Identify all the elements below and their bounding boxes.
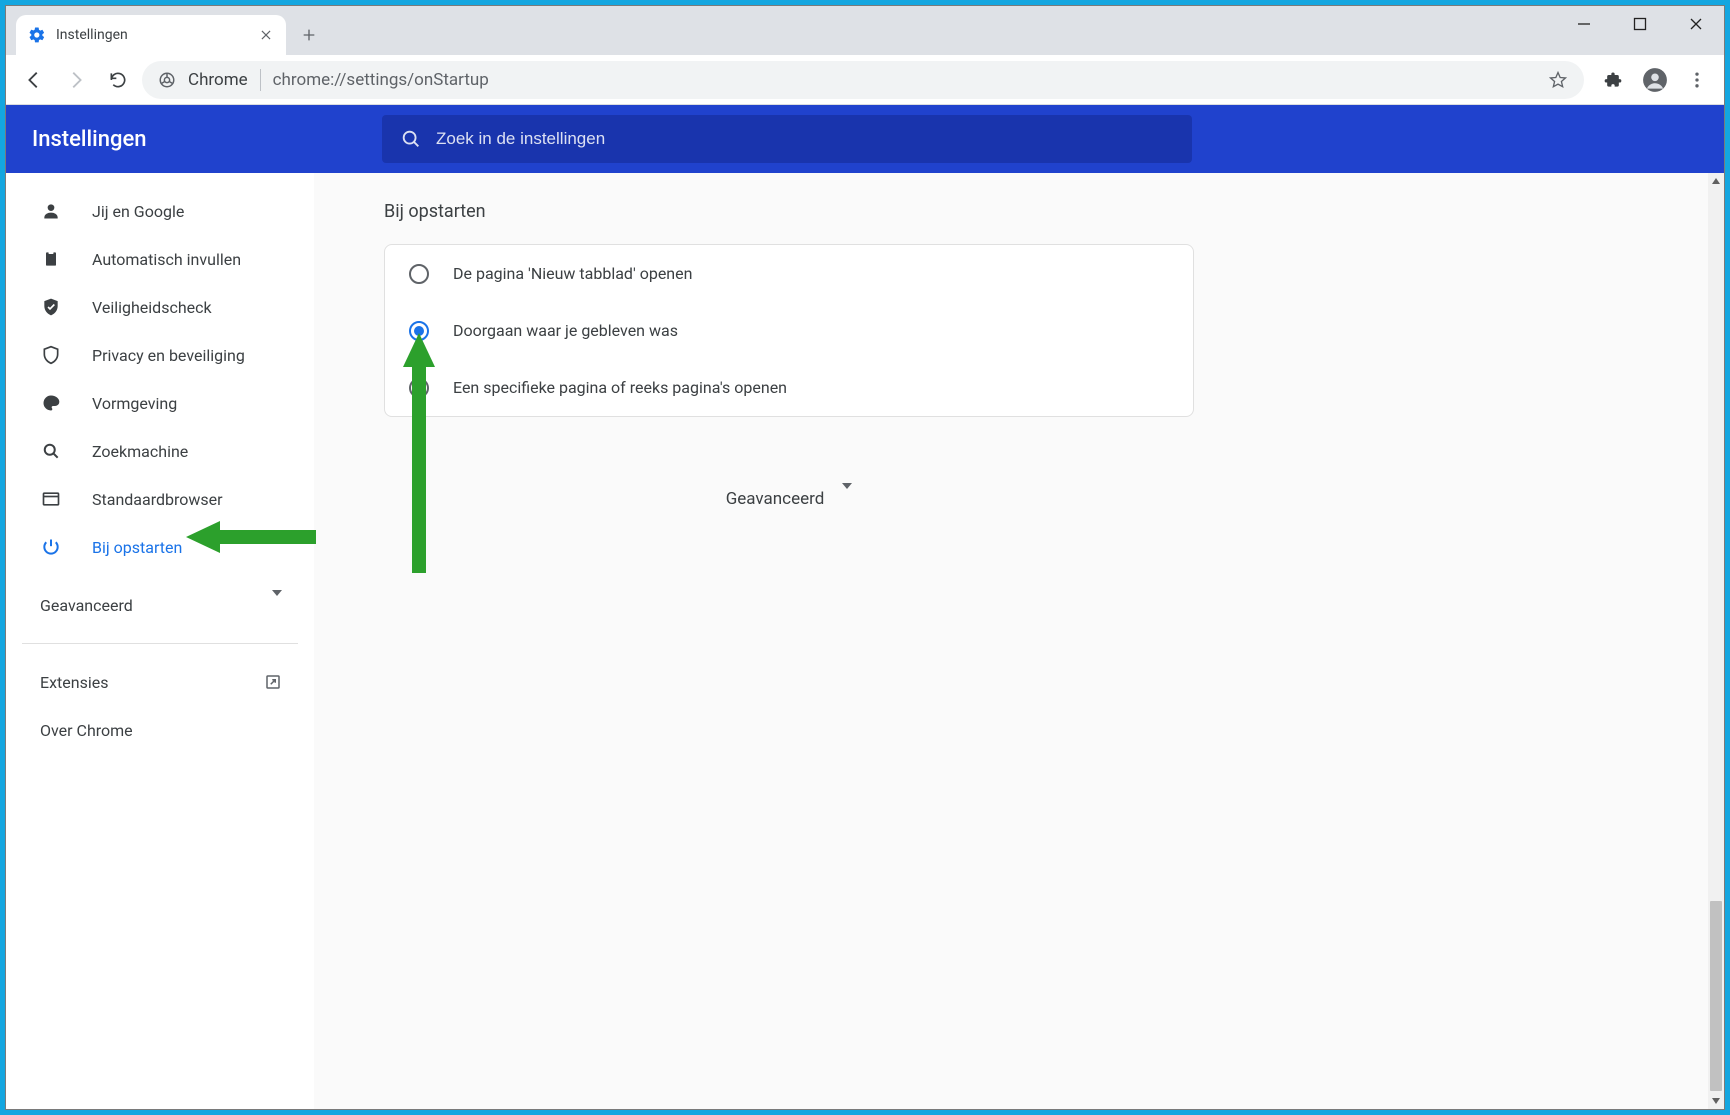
settings-title: Instellingen xyxy=(32,127,362,152)
sidebar-item-search-engine[interactable]: Zoekmachine xyxy=(6,427,314,475)
settings-search-input[interactable] xyxy=(436,129,1174,149)
shield-icon xyxy=(40,344,62,366)
radio-icon xyxy=(409,321,429,341)
radio-icon xyxy=(409,378,429,398)
sidebar-item-label: Jij en Google xyxy=(92,202,184,221)
content-row: Jij en Google Automatisch invullen Veili… xyxy=(6,173,1724,1109)
window-maximize-button[interactable] xyxy=(1612,6,1668,42)
sidebar-item-label: Standaardbrowser xyxy=(92,490,223,509)
radio-label: Een specifieke pagina of reeks pagina's … xyxy=(453,378,787,397)
sidebar-item-on-startup[interactable]: Bij opstarten xyxy=(6,523,314,571)
section-title: Bij opstarten xyxy=(384,201,1724,222)
settings-main: Bij opstarten De pagina 'Nieuw tabblad' … xyxy=(314,173,1724,1109)
startup-options-card: De pagina 'Nieuw tabblad' openen Doorgaa… xyxy=(384,244,1194,417)
new-tab-button[interactable] xyxy=(294,20,324,50)
chevron-down-icon xyxy=(842,489,852,509)
window-controls xyxy=(1556,6,1724,42)
scroll-down-arrow-icon[interactable] xyxy=(1708,1093,1724,1109)
sidebar-about-link[interactable]: Over Chrome xyxy=(6,706,314,754)
chrome-page-icon xyxy=(158,71,176,89)
person-icon xyxy=(40,200,62,222)
omnibox-divider xyxy=(260,69,261,91)
content-viewport: Jij en Google Automatisch invullen Veili… xyxy=(6,173,1724,1109)
window-close-button[interactable] xyxy=(1668,6,1724,42)
address-bar-row: Chrome chrome://settings/onStartup xyxy=(6,55,1724,105)
open-external-icon xyxy=(264,673,282,691)
radio-label: De pagina 'Nieuw tabblad' openen xyxy=(453,264,692,283)
tab-close-icon[interactable] xyxy=(258,27,274,43)
settings-search-box[interactable] xyxy=(382,115,1192,163)
sidebar-item-label: Veiligheidscheck xyxy=(92,298,212,317)
window-minimize-button[interactable] xyxy=(1556,6,1612,42)
startup-option-new-tab[interactable]: De pagina 'Nieuw tabblad' openen xyxy=(385,245,1193,302)
search-icon xyxy=(400,128,422,150)
star-icon[interactable] xyxy=(1548,70,1568,90)
sidebar-item-default-browser[interactable]: Standaardbrowser xyxy=(6,475,314,523)
sidebar-separator xyxy=(22,643,298,644)
sidebar-item-label: Vormgeving xyxy=(92,394,177,413)
sidebar-item-label: Automatisch invullen xyxy=(92,250,241,269)
sidebar-item-you-and-google[interactable]: Jij en Google xyxy=(6,187,314,235)
omnibox-protocol-label: Chrome xyxy=(188,70,248,90)
search-icon xyxy=(40,440,62,462)
gear-icon xyxy=(28,26,46,44)
settings-header: Instellingen xyxy=(6,105,1724,173)
tab-title: Instellingen xyxy=(56,27,248,43)
sidebar-extensions-link[interactable]: Extensies xyxy=(6,658,314,706)
scroll-up-arrow-icon[interactable] xyxy=(1708,173,1724,189)
settings-sidebar: Jij en Google Automatisch invullen Veili… xyxy=(6,173,314,1109)
scrollbar-track[interactable] xyxy=(1708,173,1724,1109)
omnibox[interactable]: Chrome chrome://settings/onStartup xyxy=(142,61,1584,99)
sidebar-item-label: Privacy en beveiliging xyxy=(92,346,245,365)
sidebar-extensions-label: Extensies xyxy=(40,673,108,692)
clipboard-icon xyxy=(40,248,62,270)
shield-check-icon xyxy=(40,296,62,318)
chevron-down-icon xyxy=(272,596,282,615)
nav-back-button[interactable] xyxy=(16,62,52,98)
advanced-section-toggle[interactable]: Geavanceerd xyxy=(384,471,1194,527)
startup-option-continue[interactable]: Doorgaan waar je gebleven was xyxy=(385,302,1193,359)
browser-tab[interactable]: Instellingen xyxy=(16,15,286,55)
sidebar-about-label: Over Chrome xyxy=(40,721,133,740)
radio-label: Doorgaan waar je gebleven was xyxy=(453,321,678,340)
extensions-puzzle-icon[interactable] xyxy=(1596,63,1630,97)
sidebar-advanced-toggle[interactable]: Geavanceerd xyxy=(6,581,314,629)
kebab-menu-icon[interactable] xyxy=(1680,63,1714,97)
sidebar-advanced-label: Geavanceerd xyxy=(40,596,133,615)
sidebar-item-privacy[interactable]: Privacy en beveiliging xyxy=(6,331,314,379)
nav-forward-button[interactable] xyxy=(58,62,94,98)
scrollbar-thumb[interactable] xyxy=(1710,901,1722,1091)
startup-option-specific-pages[interactable]: Een specifieke pagina of reeks pagina's … xyxy=(385,359,1193,416)
radio-icon xyxy=(409,264,429,284)
window-frame: Instellingen Chrome xyxy=(5,5,1725,1110)
power-icon xyxy=(40,536,62,558)
profile-avatar-icon[interactable] xyxy=(1638,63,1672,97)
browser-window-icon xyxy=(40,488,62,510)
titlebar: Instellingen xyxy=(6,6,1724,55)
sidebar-item-label: Zoekmachine xyxy=(92,442,188,461)
sidebar-item-autofill[interactable]: Automatisch invullen xyxy=(6,235,314,283)
sidebar-item-appearance[interactable]: Vormgeving xyxy=(6,379,314,427)
sidebar-item-label: Bij opstarten xyxy=(92,538,182,557)
palette-icon xyxy=(40,392,62,414)
advanced-label: Geavanceerd xyxy=(726,489,825,509)
omnibox-url: chrome://settings/onStartup xyxy=(273,70,1536,90)
sidebar-item-safety-check[interactable]: Veiligheidscheck xyxy=(6,283,314,331)
nav-reload-button[interactable] xyxy=(100,62,136,98)
